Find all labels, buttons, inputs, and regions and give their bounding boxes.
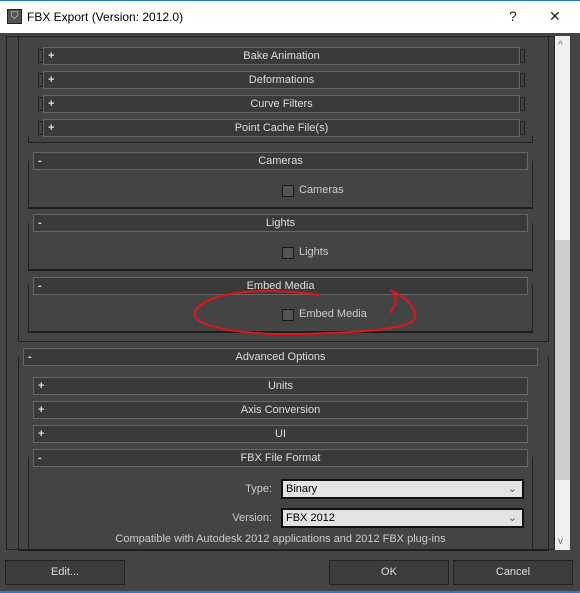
rollout-label: FBX File Format <box>240 452 321 464</box>
collapse-icon: - <box>38 217 42 229</box>
rollout-header[interactable]: + Deformations <box>43 71 520 89</box>
collapse-icon: - <box>28 351 32 363</box>
rollout-label: Point Cache File(s) <box>234 122 329 134</box>
rollout-label: Cameras <box>258 155 303 167</box>
expand-icon: + <box>48 50 55 62</box>
rollout-header[interactable]: + Point Cache File(s) <box>43 119 520 137</box>
expand-icon: + <box>48 74 55 86</box>
lights-header[interactable]: - Lights <box>33 214 528 232</box>
type-label: Type: <box>245 483 272 495</box>
rollout-header[interactable]: + Bake Animation <box>43 47 520 65</box>
cameras-header[interactable]: - Cameras <box>33 152 528 170</box>
rollout-ui[interactable]: + UI <box>33 425 528 443</box>
compatibility-text: Compatible with Autodesk 2012 applicatio… <box>115 533 446 545</box>
ok-button[interactable]: OK <box>329 560 449 585</box>
rollout-label: Curve Filters <box>250 98 313 110</box>
collapse-icon: - <box>38 155 42 167</box>
fbx-file-format-header[interactable]: - FBX File Format <box>33 449 528 467</box>
rollout-header[interactable]: + Curve Filters <box>43 95 520 113</box>
close-button[interactable]: ✕ <box>549 8 561 25</box>
bracket <box>520 73 525 87</box>
collapse-icon: - <box>38 452 42 464</box>
panel-edge <box>28 136 533 143</box>
scroll-up-icon[interactable]: ^ <box>558 40 563 51</box>
version-label: Version: <box>232 512 272 524</box>
lights-checkbox-label: Lights <box>299 246 329 258</box>
expand-icon: + <box>38 428 45 440</box>
edit-button[interactable]: Edit... <box>5 560 125 585</box>
scroll-down-icon[interactable]: v <box>558 536 563 547</box>
chevron-down-icon: ⌄ <box>507 483 517 495</box>
red-annotation-circle <box>194 289 417 336</box>
app-icon: ⛉ <box>7 9 22 24</box>
bracket <box>520 121 525 135</box>
bracket <box>520 97 525 111</box>
version-value: FBX 2012 <box>286 512 335 524</box>
window-title: FBX Export (Version: 2012.0) <box>27 10 184 24</box>
scrollbar-thumb[interactable] <box>555 240 570 480</box>
rollout-label: Lights <box>265 217 296 229</box>
rollout-label: Axis Conversion <box>240 404 321 416</box>
bracket <box>520 49 525 63</box>
advanced-options-header[interactable]: - Advanced Options <box>23 348 538 366</box>
lights-checkbox[interactable] <box>282 247 294 259</box>
rollout-label: Bake Animation <box>243 50 320 62</box>
title-bar: ⛉ FBX Export (Version: 2012.0) ? ✕ <box>0 0 580 33</box>
chevron-down-icon: ⌄ <box>507 512 517 524</box>
rollout-units[interactable]: + Units <box>33 377 528 395</box>
cancel-button[interactable]: Cancel <box>453 560 573 585</box>
version-dropdown[interactable]: FBX 2012 ⌄ <box>281 508 524 528</box>
expand-icon: + <box>48 98 55 110</box>
rollout-label: UI <box>275 428 286 440</box>
cameras-checkbox[interactable] <box>282 185 294 197</box>
expand-icon: + <box>38 404 45 416</box>
help-button[interactable]: ? <box>509 8 517 24</box>
rollout-axis-conversion[interactable]: + Axis Conversion <box>33 401 528 419</box>
type-value: Binary <box>286 483 318 495</box>
rollout-label: Units <box>267 380 294 392</box>
rollout-label: Advanced Options <box>235 351 326 363</box>
collapse-icon: - <box>38 280 42 292</box>
rollout-label: Deformations <box>248 74 315 86</box>
type-dropdown[interactable]: Binary ⌄ <box>281 479 524 499</box>
expand-icon: + <box>38 380 45 392</box>
expand-icon: + <box>48 122 55 134</box>
cameras-checkbox-label: Cameras <box>299 184 344 196</box>
